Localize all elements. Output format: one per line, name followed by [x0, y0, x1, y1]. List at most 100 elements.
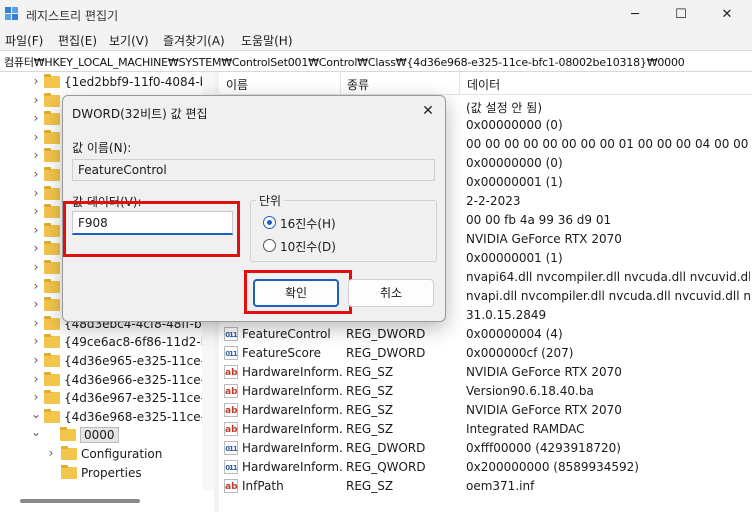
chevron-right-icon[interactable]: › [45, 446, 57, 460]
value-row[interactable]: ab HardwareInform... REG_SZ NVIDIA GeForce … [219, 401, 752, 420]
list-header: 이름 종류 데이터 [219, 72, 752, 95]
value-data: oem371.inf [466, 479, 535, 493]
chevron-right-icon[interactable]: › [30, 372, 42, 386]
chevron-right-icon[interactable]: › [30, 148, 42, 162]
menu-help[interactable]: 도움말(H) [241, 32, 293, 49]
chevron-right-icon[interactable]: › [30, 130, 42, 144]
chevron-right-icon[interactable]: › [30, 241, 42, 255]
value-row[interactable]: 011 FeatureScore REG_DWORD 0x000000cf (207) [219, 344, 752, 363]
string-value-icon: ab [224, 422, 238, 436]
dec-radio-label[interactable]: 10진수(D) [280, 238, 336, 255]
menu-edit[interactable]: 편집(E) [58, 32, 97, 49]
chevron-right-icon[interactable]: › [30, 223, 42, 237]
folder-icon [44, 92, 60, 107]
tree-item-label[interactable]: {1ed2bbf9-11f0-4084-b [64, 75, 207, 89]
chevron-right-icon[interactable]: › [30, 74, 42, 88]
hex-radio-button[interactable] [263, 216, 276, 229]
value-name-label: 값 이름(N): [72, 141, 132, 155]
tree-item-label[interactable]: {4d36e965-e325-11ce-l [64, 354, 208, 368]
chevron-right-icon[interactable]: › [30, 334, 42, 348]
value-data: NVIDIA GeForce RTX 2070 [466, 232, 622, 246]
value-name: HardwareInform... [242, 422, 342, 436]
column-header-type[interactable]: 종류 [347, 76, 369, 93]
tree-item-label[interactable]: {4d36e967-e325-11ce-l [64, 391, 208, 405]
ok-button[interactable]: 확인 [253, 279, 339, 307]
folder-icon [44, 241, 60, 256]
folder-icon [44, 185, 60, 200]
column-divider[interactable] [340, 72, 341, 94]
chevron-right-icon[interactable]: › [30, 353, 42, 367]
chevron-right-icon[interactable]: › [30, 260, 42, 274]
folder-icon [44, 353, 60, 367]
value-type: REG_SZ [346, 403, 394, 417]
value-row[interactable]: ab HardwareInform... REG_SZ Integrated RAMD… [219, 420, 752, 439]
folder-icon [44, 260, 60, 274]
hex-radio-label[interactable]: 16진수(H) [280, 215, 336, 232]
dialog-close-icon[interactable]: ✕ [417, 100, 439, 122]
value-row[interactable]: 011 HardwareInform... REG_DWORD 0xfff00000 … [219, 439, 752, 458]
folder-icon [44, 148, 60, 163]
minimize-button[interactable]: ─ [612, 0, 658, 30]
value-row[interactable]: ab HardwareInform... REG_SZ NVIDIA GeForce … [219, 363, 752, 382]
address-bar[interactable]: 컴퓨터₩HKEY_LOCAL_MACHINE₩SYSTEM₩ControlSet… [0, 50, 752, 72]
string-value-icon: ab [224, 365, 238, 379]
tree-horizontal-scrollbar[interactable] [0, 490, 214, 512]
value-type: REG_DWORD [346, 346, 426, 360]
tree-item-label[interactable]: {4d36e968-e325-11ce-l [64, 410, 208, 424]
value-data: 0x000000cf (207) [466, 346, 574, 360]
value-data: 0xfff00000 (4293918720) [466, 441, 621, 455]
column-header-data[interactable]: 데이터 [467, 76, 500, 93]
tree-item-label[interactable]: Configuration [81, 447, 162, 461]
value-name: HardwareInform... [242, 441, 342, 455]
base-groupbox [250, 200, 437, 262]
chevron-down-icon[interactable]: ⌄ [30, 425, 42, 439]
address-path[interactable]: 컴퓨터₩HKEY_LOCAL_MACHINE₩SYSTEM₩ControlSet… [4, 54, 685, 70]
tree-item-label[interactable]: 0000 [80, 427, 119, 444]
chevron-right-icon[interactable]: › [30, 186, 42, 200]
chevron-right-icon[interactable]: › [30, 297, 42, 311]
dec-radio-button[interactable] [263, 239, 276, 252]
tree-scroll-thumb[interactable] [20, 499, 140, 503]
value-data: nvapi64.dll nvcompiler.dll nvcuda.dll nv… [466, 270, 750, 284]
value-row[interactable]: ab InfPath REG_SZ oem371.inf [219, 477, 752, 496]
value-row[interactable]: ab HardwareInform... REG_SZ Version90.6.18.… [219, 382, 752, 401]
value-data: 0x00000004 (4) [466, 327, 563, 341]
string-value-icon: ab [224, 479, 238, 493]
close-window-button[interactable]: ✕ [704, 0, 750, 30]
folder-icon [61, 464, 77, 479]
tree-item-label[interactable]: {49ce6ac8-6f86-11d2-b [64, 335, 208, 349]
cancel-button[interactable]: 취소 [348, 279, 434, 307]
menu-favorites[interactable]: 즐겨찾기(A) [163, 32, 225, 49]
folder-icon [44, 167, 60, 181]
folder-icon [44, 129, 60, 144]
maximize-button[interactable]: ☐ [658, 0, 704, 30]
regedit-app-icon [5, 7, 19, 21]
string-value-icon: ab [224, 384, 238, 398]
string-value-icon: ab [224, 403, 238, 417]
chevron-right-icon[interactable]: › [30, 93, 42, 107]
menu-file[interactable]: 파일(F) [5, 32, 43, 49]
chevron-right-icon[interactable]: › [30, 279, 42, 293]
menu-view[interactable]: 보기(V) [109, 32, 149, 49]
column-header-name[interactable]: 이름 [226, 76, 248, 93]
chevron-right-icon[interactable]: › [30, 316, 42, 330]
chevron-right-icon[interactable]: › [30, 390, 42, 404]
chevron-down-icon[interactable]: ⌄ [30, 407, 42, 421]
value-data: Version90.6.18.40.ba [466, 384, 594, 398]
value-data: 0x00000001 (1) [466, 175, 563, 189]
value-data: nvapi.dll nvcompiler.dll nvcuda.dll nvcu… [466, 289, 750, 303]
binary-value-icon: 011 [224, 460, 238, 474]
value-data: Integrated RAMDAC [466, 422, 585, 436]
chevron-right-icon[interactable]: › [30, 204, 42, 218]
chevron-right-icon[interactable]: › [30, 167, 42, 181]
value-row[interactable]: 011 FeatureControl REG_DWORD 0x00000004 (4) [219, 325, 752, 344]
value-data: 0x00000000 (0) [466, 156, 563, 170]
tree-item-label[interactable]: {4d36e966-e325-11ce-l [64, 373, 208, 387]
chevron-right-icon[interactable]: › [30, 111, 42, 125]
tree-item-label[interactable]: Properties [81, 466, 142, 480]
value-row[interactable]: 011 HardwareInform... REG_QWORD 0x200000000… [219, 458, 752, 477]
value-type: REG_SZ [346, 365, 394, 379]
folder-icon [44, 74, 60, 88]
column-divider[interactable] [459, 72, 460, 94]
folder-icon [44, 408, 60, 423]
